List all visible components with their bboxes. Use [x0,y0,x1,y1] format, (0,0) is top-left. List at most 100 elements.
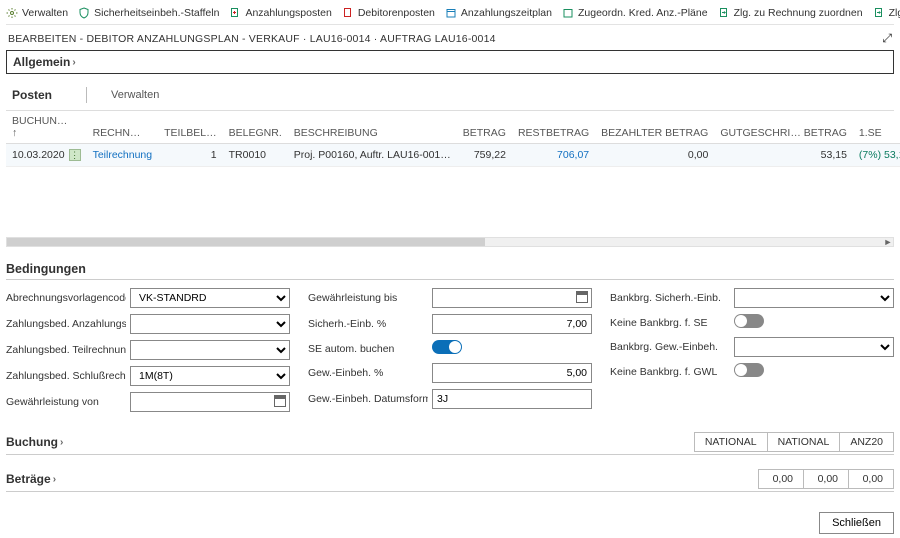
toolbar-zlg-rechnung[interactable]: Zlg. zu Rechnung zuordnen [718,7,863,19]
col-belegnr[interactable]: BELEGNR. [223,111,288,144]
label-sicheinb: Sicherh.-Einb. % [308,318,390,330]
label-keinebrgse: Keine Bankbrg. f. SE [610,317,711,329]
label-zahlteil: Zahlungsbed. Teilrechnung [6,344,126,356]
allgemein-header-input[interactable]: Allgemein› [6,50,894,74]
close-button[interactable]: Schließen [819,512,894,534]
col-rechn[interactable]: RECHN… [87,111,159,144]
toolbar-label: Sicherheitseinbeh.-Staffeln [94,7,219,19]
breadcrumb: BEARBEITEN - DEBITOR ANZAHLUNGSPLAN - VE… [8,33,496,45]
toolbar-zugeordn-kred[interactable]: Zugeordn. Kred. Anz.-Pläne [562,7,708,19]
cell-beschr: Proj. P00160, Auftr. LAU16-001… [288,144,457,167]
cell-gutgeschr: 53,15 [714,144,853,167]
toolbar-label: Anzahlungszeitplan [461,7,552,19]
calendar-icon[interactable] [576,291,588,303]
select-abrechcode[interactable]: VK-STANDRD [130,288,290,308]
toggle-keinebrgse[interactable] [734,314,764,328]
cell-rechn[interactable]: Teilrechnung [87,144,159,167]
calendar-icon [445,7,457,19]
toolbar-label: Debitorenposten [358,7,435,19]
tab-posten[interactable]: Posten [6,82,62,108]
col-restbetrag[interactable]: RESTBETRAG [512,111,595,144]
col-teilbel[interactable]: TEILBEL… [158,111,223,144]
label-zahlanz: Zahlungsbed. Anzahlungsrechnung [6,318,126,330]
scroll-right-icon[interactable]: ► [883,238,893,246]
separator [86,87,87,103]
toolbar-label: Zlg. zu Anzahlungsplan zuord. [889,7,900,19]
select-zahlschluss[interactable]: 1M(8T) [130,366,290,386]
toggle-seauto[interactable] [432,340,462,354]
collapse-icon[interactable]: ⤢ [882,31,892,46]
cell-se: (7%) 53,15 [853,144,900,167]
bedingungen-grid: Abrechnungsvorlagencode VK-STANDRD Zahlu… [6,288,894,418]
col-bezahlter[interactable]: BEZAHLTER BETRAG [595,111,714,144]
scroll-thumb[interactable] [7,238,485,246]
amount-3: 0,00 [848,469,894,489]
toolbar-anzahlungsposten[interactable]: Anzahlungsposten [229,7,331,19]
input-geweinbdat[interactable] [432,389,592,409]
col-betrag[interactable]: BETRAG [457,111,512,144]
buchung-pills: NATIONAL NATIONAL ANZ20 [695,432,894,452]
col-buchung[interactable]: BUCHUN…↑ [6,111,87,144]
label-geweinbdat: Gew.-Einbeh. Datumsformel [308,393,428,405]
chevron-right-icon: › [72,57,75,68]
select-zahlteil[interactable] [130,340,290,360]
input-gewvon[interactable] [130,392,290,412]
toolbar-label: Zlg. zu Rechnung zuordnen [734,7,863,19]
toolbar-anzahlungszeitplan[interactable]: Anzahlungszeitplan [445,7,552,19]
amount-1: 0,00 [758,469,804,489]
label-gewvon: Gewährleistung von [6,396,103,408]
cell-betrag: 759,22 [457,144,512,167]
label-bankbrgsich: Bankbrg. Sicherh.-Einb. [610,292,725,304]
horizontal-scrollbar[interactable]: ◄ ► [6,237,894,247]
gear-icon [6,7,18,19]
input-geweinb[interactable] [432,363,592,383]
pill-national-1[interactable]: NATIONAL [694,432,768,452]
toolbar-verwalten[interactable]: Verwalten [6,7,68,19]
toggle-keinebrggwl[interactable] [734,363,764,377]
label-zahlschluss: Zahlungsbed. Schlußrechnung [6,370,126,382]
doc-plus-icon [229,7,241,19]
section-betraege-title[interactable]: Beträge› [6,472,56,486]
doc-user-icon [342,7,354,19]
select-bankbrggew[interactable] [734,337,894,357]
toolbar-label: Zugeordn. Kred. Anz.-Pläne [578,7,708,19]
top-toolbar: Verwalten Sicherheitseinbeh.-Staffeln An… [6,4,894,25]
label-bankbrggew: Bankbrg. Gew.-Einbeh. [610,341,722,353]
calendar-icon[interactable] [274,395,286,407]
label-abrechcode: Abrechnungsvorlagencode [6,292,126,304]
posten-header: Posten Verwalten [6,82,894,111]
pill-national-2[interactable]: NATIONAL [767,432,841,452]
select-zahlanz[interactable] [130,314,290,334]
table-row[interactable]: 10.03.2020 ⋮ Teilrechnung 1 TR0010 Proj. … [6,144,900,167]
label-keinebrggwl: Keine Bankbrg. f. GWL [610,366,721,378]
input-sicheinb[interactable] [432,314,592,334]
amount-2: 0,00 [803,469,849,489]
pill-anz20[interactable]: ANZ20 [839,432,894,452]
toolbar-sicherheit[interactable]: Sicherheitseinbeh.-Staffeln [78,7,219,19]
toolbar-label: Anzahlungsposten [245,7,331,19]
betraege-amounts: 0,00 0,00 0,00 [759,469,894,489]
cell-belegnr: TR0010 [223,144,288,167]
chevron-right-icon: › [60,437,63,448]
toolbar-debitorenposten[interactable]: Debitorenposten [342,7,435,19]
toolbar-zlg-anzplan[interactable]: Zlg. zu Anzahlungsplan zuord. [873,7,900,19]
select-bankbrgsich[interactable] [734,288,894,308]
col-beschreibung[interactable]: BESCHREIBUNG [288,111,457,144]
cell-restbetrag[interactable]: 706,07 [512,144,595,167]
doc-arrow-icon [718,7,730,19]
section-allgemein-title: Allgemein [13,55,70,69]
section-buchung-title[interactable]: Buchung› [6,435,63,449]
row-menu-icon[interactable]: ⋮ [69,149,81,161]
label-gewbis: Gewährleistung bis [308,292,401,304]
section-bedingungen-title: Bedingungen [6,262,894,280]
cell-buchdatum: 10.03.2020 [12,149,65,161]
label-geweinb: Gew.-Einbeh. % [308,367,387,379]
chevron-right-icon: › [53,474,56,485]
col-gutgeschr[interactable]: GUTGESCHRI… BETRAG [714,111,853,144]
cell-teilbel: 1 [158,144,223,167]
cell-bezahlter: 0,00 [595,144,714,167]
input-gewbis[interactable] [432,288,592,308]
posten-verwalten[interactable]: Verwalten [111,89,159,101]
label-seauto: SE autom. buchen [308,343,398,355]
col-se[interactable]: 1.SE [853,111,900,144]
